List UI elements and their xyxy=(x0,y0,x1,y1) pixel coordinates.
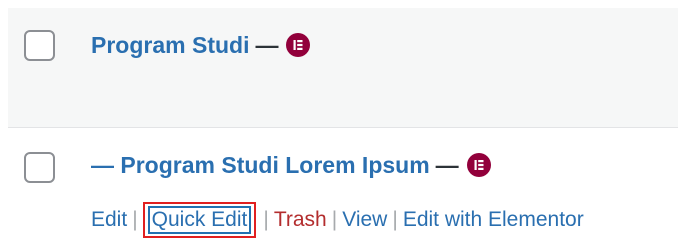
edit-with-elementor-link[interactable]: Edit with Elementor xyxy=(403,208,584,232)
edit-link[interactable]: Edit xyxy=(91,208,127,232)
table-row: Program Studi — xyxy=(8,8,678,127)
row-title-line: Program Studi — xyxy=(91,30,311,60)
quick-edit-highlight: Quick Edit xyxy=(142,202,257,238)
title-separator: — xyxy=(255,31,279,58)
row-actions: Edit | Quick Edit | Trash | View | Edit … xyxy=(91,202,584,238)
post-title-link[interactable]: — Program Studi Lorem Ipsum xyxy=(91,152,430,179)
action-separator: | xyxy=(331,208,338,231)
elementor-icon xyxy=(286,33,311,57)
row-select-checkbox[interactable] xyxy=(24,152,55,183)
action-separator: | xyxy=(132,208,138,231)
action-separator: | xyxy=(263,208,269,231)
post-title-link[interactable]: Program Studi xyxy=(91,32,249,59)
trash-link[interactable]: Trash xyxy=(274,208,327,232)
action-separator: | xyxy=(392,208,398,231)
title-separator: — xyxy=(435,151,459,178)
view-link[interactable]: View xyxy=(342,208,387,232)
row-title-line: — Program Studi Lorem Ipsum — xyxy=(91,150,491,180)
table-row: — Program Studi Lorem Ipsum — Edit | Qui… xyxy=(8,127,678,241)
quick-edit-link[interactable]: Quick Edit xyxy=(147,206,252,234)
elementor-icon xyxy=(466,153,491,177)
row-select-checkbox[interactable] xyxy=(24,30,55,61)
posts-list-table: Program Studi — — Program Studi Lorem Ip… xyxy=(0,0,686,249)
